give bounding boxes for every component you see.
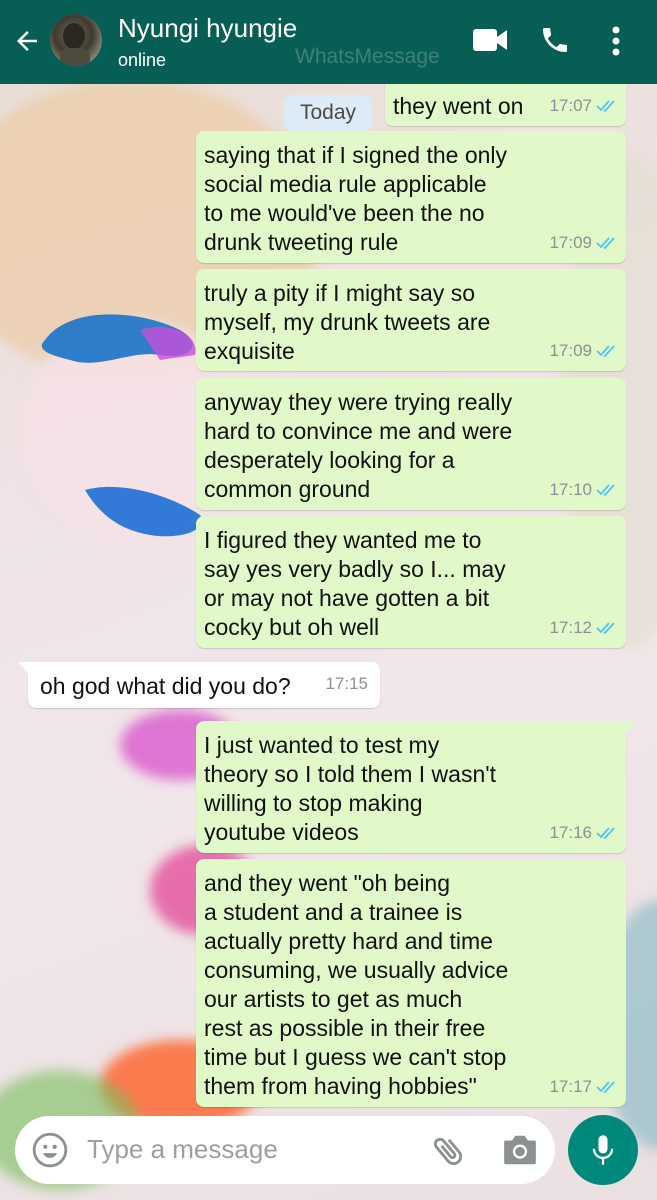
- message-time: 17:17: [549, 1077, 592, 1096]
- message-meta: 17:17: [549, 1072, 618, 1101]
- bubble-tail: [624, 721, 636, 735]
- arrow-back-icon[interactable]: [12, 26, 42, 56]
- message-meta: 17:12: [549, 613, 618, 642]
- chat-header: Nyungi hyungie online WhatsMessage: [0, 0, 657, 84]
- message-bubble-outgoing[interactable]: truly a pity if I might say so myself, m…: [196, 269, 626, 371]
- avatar[interactable]: [50, 14, 102, 66]
- paint-swirl-decoration: [41, 314, 202, 537]
- video-call-icon[interactable]: [472, 26, 508, 54]
- message-meta: 17:09: [549, 336, 618, 365]
- more-vert-icon[interactable]: [606, 24, 626, 58]
- read-receipt-icon: [596, 99, 615, 112]
- message-time: 17:16: [549, 823, 592, 842]
- message-meta: 17:16: [549, 818, 618, 847]
- watermark: WhatsMessage: [295, 45, 440, 68]
- message-meta: 17:15: [325, 669, 368, 698]
- message-time: 17:10: [549, 480, 592, 499]
- message-bubble-outgoing[interactable]: I figured they wanted me to say yes very…: [196, 516, 626, 648]
- message-input[interactable]: Type a message: [87, 1134, 278, 1165]
- voice-record-button[interactable]: [568, 1115, 638, 1185]
- message-meta: 17:09: [549, 228, 618, 257]
- phone-icon[interactable]: [539, 24, 571, 56]
- contact-name[interactable]: Nyungi hyungie: [118, 13, 297, 44]
- mic-icon: [592, 1135, 614, 1165]
- read-receipt-icon: [596, 236, 615, 249]
- message-time: 17:09: [549, 341, 592, 360]
- message-bubble-outgoing[interactable]: and they went "oh being a student and a …: [196, 859, 626, 1107]
- message-text: oh god what did you do?: [40, 673, 291, 699]
- message-bubble-outgoing[interactable]: they went on 17:07: [385, 84, 626, 126]
- read-receipt-icon: [596, 344, 615, 357]
- message-time: 17:09: [549, 233, 592, 252]
- message-time: 17:07: [549, 96, 592, 115]
- bubble-tail: [18, 662, 30, 676]
- attach-icon[interactable]: [430, 1132, 468, 1170]
- read-receipt-icon: [596, 1080, 615, 1093]
- message-bubble-outgoing[interactable]: saying that if I signed the only social …: [196, 131, 626, 263]
- message-text: and they went "oh being a student and a …: [204, 870, 509, 1099]
- message-bubble-outgoing[interactable]: anyway they were trying really hard to c…: [196, 378, 626, 510]
- message-bubble-incoming[interactable]: oh god what did you do? 17:15: [18, 662, 380, 708]
- date-separator: Today: [284, 95, 372, 131]
- message-composer: Type a message: [15, 1116, 555, 1184]
- message-time: 17:12: [549, 618, 592, 637]
- message-meta: 17:10: [549, 475, 618, 504]
- emoji-icon[interactable]: [31, 1131, 69, 1169]
- message-meta: 17:07: [549, 91, 618, 120]
- message-bubble-outgoing[interactable]: I just wanted to test my theory so I tol…: [196, 721, 636, 853]
- read-receipt-icon: [596, 483, 615, 496]
- camera-icon[interactable]: [501, 1132, 539, 1168]
- read-receipt-icon: [596, 621, 615, 634]
- read-receipt-icon: [596, 826, 615, 839]
- message-time: 17:15: [325, 674, 368, 693]
- contact-status: online: [118, 50, 167, 70]
